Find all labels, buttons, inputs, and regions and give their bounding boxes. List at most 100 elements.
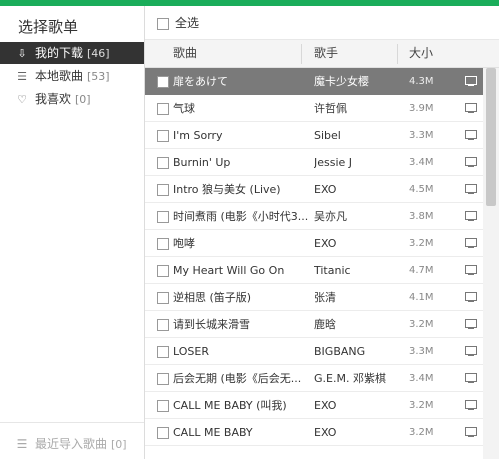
- monitor-icon[interactable]: [465, 373, 477, 383]
- row-checkbox[interactable]: [157, 130, 169, 142]
- table-row[interactable]: 气球 许哲佩 3.9M: [145, 95, 483, 122]
- row-checkbox[interactable]: [157, 211, 169, 223]
- row-checkbox[interactable]: [157, 400, 169, 412]
- file-size: 3.2M: [409, 319, 434, 330]
- playlist-sidebar: 选择歌单 ⇩ 我的下载 [46] ☰ 本地歌曲 [53] ♡ 我喜欢 [0] ☰ 最近导入歌曲…: [0, 6, 145, 459]
- table-row[interactable]: 扉をあけて 魔卡少女樱 4.3M: [145, 68, 483, 95]
- row-checkbox[interactable]: [157, 265, 169, 277]
- sidebar-item-local-songs[interactable]: ☰ 本地歌曲 [53]: [0, 65, 144, 87]
- sidebar-item-label: 最近导入歌曲: [35, 437, 108, 451]
- file-size: 4.3M: [409, 76, 434, 87]
- row-checkbox[interactable]: [157, 76, 169, 88]
- monitor-icon[interactable]: [465, 184, 477, 194]
- monitor-icon[interactable]: [465, 265, 477, 275]
- monitor-icon[interactable]: [465, 427, 477, 437]
- monitor-icon[interactable]: [465, 103, 477, 113]
- row-checkbox[interactable]: [157, 346, 169, 358]
- sidebar-item-count: [46]: [87, 47, 110, 60]
- column-header-song[interactable]: 歌曲: [173, 40, 197, 67]
- monitor-icon[interactable]: [465, 130, 477, 140]
- column-divider[interactable]: [301, 44, 302, 64]
- song-title: Burnin' Up: [173, 156, 231, 169]
- monitor-icon[interactable]: [465, 346, 477, 356]
- file-size: 4.5M: [409, 184, 434, 195]
- file-size: 3.4M: [409, 373, 434, 384]
- sidebar-item-count: [53]: [87, 70, 110, 83]
- row-checkbox[interactable]: [157, 238, 169, 250]
- row-checkbox[interactable]: [157, 427, 169, 439]
- singer-name: 魔卡少女樱: [314, 75, 369, 88]
- singer-name: EXO: [314, 237, 337, 250]
- song-title: Intro 狼与美女 (Live): [173, 183, 281, 196]
- file-size: 3.9M: [409, 103, 434, 114]
- sidebar-item-label: 本地歌曲: [35, 69, 84, 83]
- sidebar-item-downloads[interactable]: ⇩ 我的下载 [46]: [0, 42, 144, 64]
- sidebar-item-count: [0]: [75, 93, 91, 106]
- column-header-size[interactable]: 大小: [409, 40, 433, 67]
- song-list-panel: 全选 歌曲 歌手 大小 扉をあけて 魔卡少女樱 4.3M 气球 许哲佩 3.9M I'm S…: [145, 6, 499, 459]
- song-title: CALL ME BABY (叫我): [173, 399, 287, 412]
- table-row[interactable]: Intro 狼与美女 (Live) EXO 4.5M: [145, 176, 483, 203]
- singer-name: EXO: [314, 426, 337, 439]
- song-title: 扉をあけて: [173, 75, 228, 88]
- sidebar-item-label: 我喜欢: [35, 92, 72, 106]
- monitor-icon[interactable]: [465, 238, 477, 248]
- song-title: 咆哮: [173, 237, 195, 250]
- table-row[interactable]: My Heart Will Go On Titanic 4.7M: [145, 257, 483, 284]
- table-row[interactable]: I'm Sorry Sibel 3.3M: [145, 122, 483, 149]
- monitor-icon[interactable]: [465, 400, 477, 410]
- sidebar-item-recent-imports[interactable]: ☰ 最近导入歌曲 [0]: [0, 422, 144, 458]
- table-header: 歌曲 歌手 大小: [145, 40, 499, 68]
- row-checkbox[interactable]: [157, 292, 169, 304]
- table-row[interactable]: Burnin' Up Jessie J 3.4M: [145, 149, 483, 176]
- table-row[interactable]: CALL ME BABY (叫我) EXO 3.2M: [145, 392, 483, 419]
- singer-name: 张清: [314, 291, 336, 304]
- table-row[interactable]: LOSER BIGBANG 3.3M: [145, 338, 483, 365]
- sidebar-item-favorites[interactable]: ♡ 我喜欢 [0]: [0, 88, 144, 110]
- singer-name: 鹿晗: [314, 318, 336, 331]
- row-checkbox[interactable]: [157, 373, 169, 385]
- singer-name: BIGBANG: [314, 345, 366, 358]
- monitor-icon[interactable]: [465, 319, 477, 329]
- monitor-icon[interactable]: [465, 157, 477, 167]
- table-row[interactable]: 时间煮雨 (电影《小时代3... 吴亦凡 3.8M: [145, 203, 483, 230]
- file-size: 3.2M: [409, 238, 434, 249]
- table-row[interactable]: CALL ME BABY EXO 3.2M: [145, 419, 483, 446]
- file-size: 3.4M: [409, 157, 434, 168]
- song-title: 请到长城来滑雪: [173, 318, 250, 331]
- row-checkbox[interactable]: [157, 157, 169, 169]
- table-row[interactable]: 请到长城来滑雪 鹿晗 3.2M: [145, 311, 483, 338]
- heart-icon: ♡: [17, 93, 27, 106]
- singer-name: Titanic: [314, 264, 351, 277]
- singer-name: 许哲佩: [314, 102, 347, 115]
- row-checkbox[interactable]: [157, 184, 169, 196]
- file-size: 3.3M: [409, 130, 434, 141]
- song-title: 逆相思 (笛子版): [173, 291, 252, 304]
- scrollbar-thumb[interactable]: [486, 68, 496, 206]
- row-checkbox[interactable]: [157, 103, 169, 115]
- singer-name: EXO: [314, 183, 337, 196]
- table-row[interactable]: 后会无期 (电影《后会无... G.E.M. 邓紫棋 3.4M: [145, 365, 483, 392]
- monitor-icon[interactable]: [465, 211, 477, 221]
- song-title: My Heart Will Go On: [173, 264, 285, 277]
- row-checkbox[interactable]: [157, 319, 169, 331]
- vertical-scrollbar[interactable]: [483, 68, 499, 459]
- select-all-checkbox[interactable]: [157, 17, 169, 30]
- singer-name: Jessie J: [314, 156, 353, 169]
- file-size: 4.7M: [409, 265, 434, 276]
- import-dialog: 选择歌单 ⇩ 我的下载 [46] ☰ 本地歌曲 [53] ♡ 我喜欢 [0] ☰ 最近导入歌曲…: [0, 6, 499, 459]
- select-all-row[interactable]: 全选: [145, 6, 499, 40]
- file-size: 3.3M: [409, 346, 434, 357]
- file-size: 4.1M: [409, 292, 434, 303]
- download-icon: ⇩: [17, 47, 27, 60]
- table-row[interactable]: 逆相思 (笛子版) 张清 4.1M: [145, 284, 483, 311]
- list-icon: ☰: [17, 70, 27, 83]
- table-row[interactable]: 咆哮 EXO 3.2M: [145, 230, 483, 257]
- column-header-singer[interactable]: 歌手: [314, 40, 338, 67]
- monitor-icon[interactable]: [465, 292, 477, 302]
- monitor-icon[interactable]: [465, 76, 477, 86]
- song-title: 气球: [173, 102, 195, 115]
- file-size: 3.2M: [409, 400, 434, 411]
- column-divider[interactable]: [397, 44, 398, 64]
- song-title: LOSER: [173, 345, 209, 358]
